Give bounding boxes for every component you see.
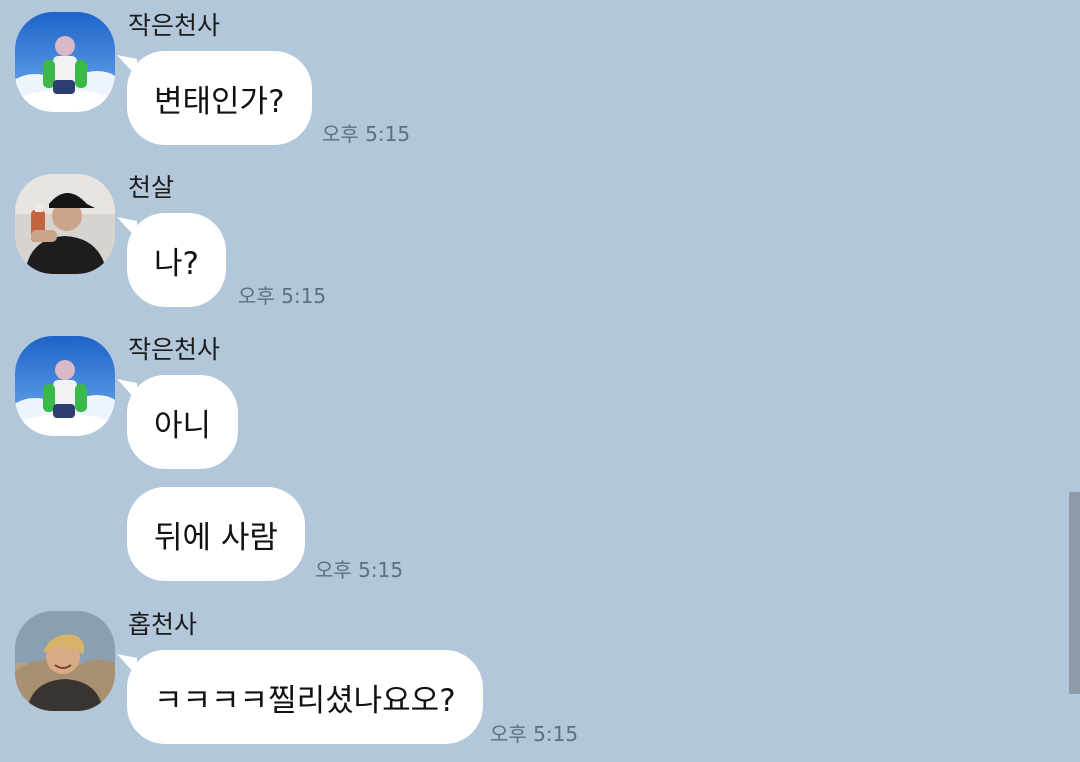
- message-time: 오후 5:15: [490, 722, 579, 746]
- message-bubble[interactable]: ㅋㅋㅋㅋ찔리셨나요오?: [127, 650, 483, 744]
- message-time: 오후 5:15: [322, 122, 411, 146]
- smiling-person-avatar-icon[interactable]: [15, 611, 115, 711]
- message-bubble[interactable]: 아니: [127, 375, 239, 469]
- message-bubble[interactable]: 나?: [127, 213, 226, 307]
- sender-name: 홉천사: [128, 610, 198, 639]
- sender-name: 작은천사: [128, 11, 221, 40]
- message-time: 오후 5:15: [315, 558, 404, 582]
- sender-name: 천살: [128, 173, 175, 202]
- cap-person-avatar-icon[interactable]: [15, 174, 115, 274]
- scrollbar-thumb[interactable]: [1069, 492, 1080, 694]
- sender-name: 작은천사: [128, 335, 221, 364]
- message-bubble[interactable]: 변태인가?: [127, 51, 312, 145]
- chat-message-list[interactable]: 작은천사 변태인가? 오후 5:15 천살 나? 오후 5:15 작은천사 아니…: [0, 0, 1080, 762]
- message-bubble[interactable]: 뒤에 사람: [127, 487, 305, 581]
- angel-sky-avatar-icon[interactable]: [15, 336, 115, 436]
- angel-sky-avatar-icon[interactable]: [15, 12, 115, 112]
- message-time: 오후 5:15: [238, 284, 327, 308]
